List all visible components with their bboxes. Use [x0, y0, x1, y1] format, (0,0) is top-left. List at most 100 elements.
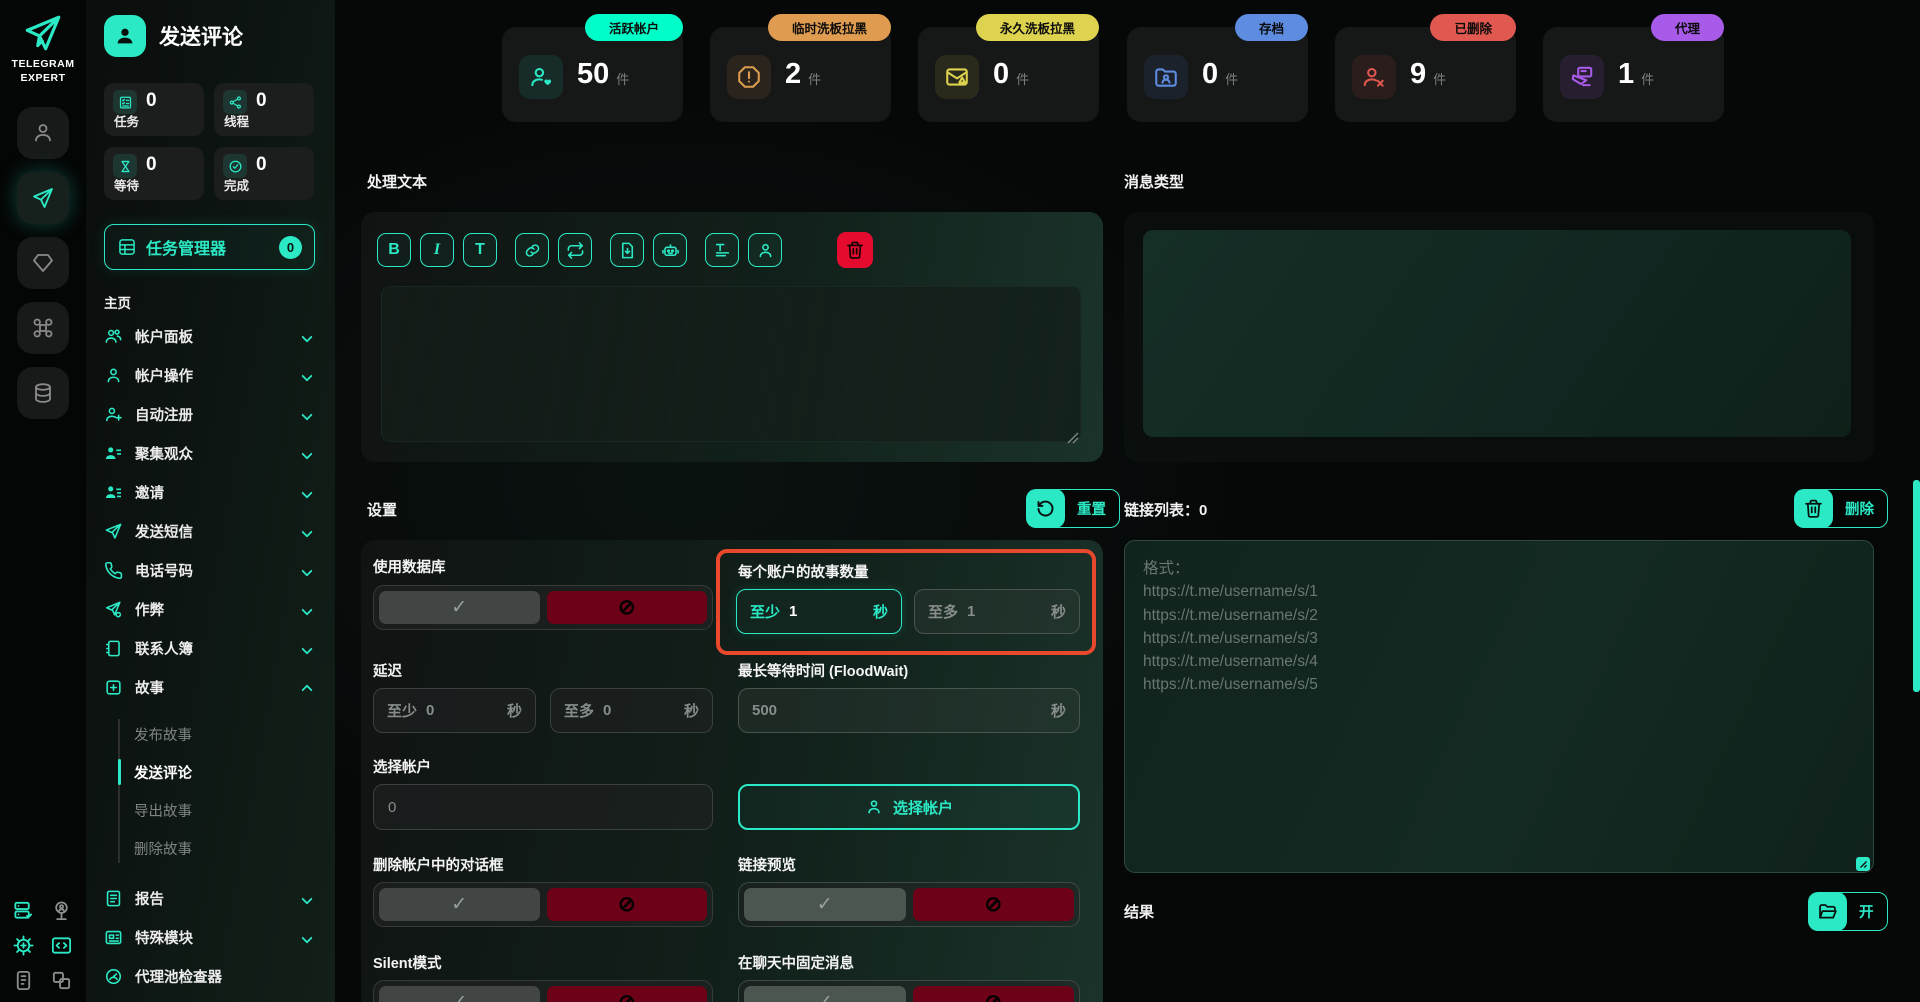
nav-invite[interactable]: 邀请 [104, 473, 317, 512]
toggle-yes-button[interactable]: ✓ [379, 888, 540, 921]
link-list-title: 链接列表：0 [1124, 499, 1207, 520]
commands-rail-button[interactable] [17, 302, 69, 354]
card-unit: 件 [1433, 69, 1446, 88]
user-list-icon [104, 483, 123, 502]
nav-send-sms[interactable]: 发送短信 [104, 512, 317, 551]
nav-account-actions[interactable]: 帐户操作 [104, 356, 317, 395]
text-style-button[interactable] [705, 233, 739, 267]
nav-account-panel[interactable]: 帐户面板 [104, 317, 317, 356]
phone-icon [104, 561, 123, 580]
task-manager-button[interactable]: 任务管理器 0 [104, 224, 315, 270]
page-header: 发送评论 [104, 15, 243, 57]
card-deleted: 已删除 9件 [1335, 27, 1516, 122]
pin-message-toggle[interactable]: ✓ ⊘ [738, 980, 1080, 1002]
accounts-count-input[interactable]: 0 [373, 784, 713, 830]
chevron-down-icon [301, 893, 312, 904]
italic-button[interactable]: I [420, 233, 454, 267]
paper-plane-plus-icon [104, 600, 123, 619]
nav-phone-numbers[interactable]: 电话号码 [104, 551, 317, 590]
chevron-down-icon [301, 526, 312, 537]
delete-links-button[interactable]: 删除 [1794, 489, 1888, 528]
max-delay-input[interactable]: 至多 0 秒 [550, 688, 713, 733]
subnav-publish-story[interactable]: 发布故事 [134, 715, 317, 753]
repeat-button[interactable] [558, 233, 592, 267]
nav-home[interactable]: 主页 [104, 287, 317, 317]
gear-badge-icon[interactable] [12, 934, 35, 957]
nav-menu: 主页 帐户面板 帐户操作 自动注册 聚集观众 邀请 [104, 287, 317, 996]
card-value: 50 [577, 58, 609, 91]
toggle-no-button[interactable]: ⊘ [913, 888, 1075, 921]
clear-text-button[interactable] [837, 232, 873, 268]
floodwait-input[interactable]: 500 秒 [738, 688, 1080, 733]
toggle-yes-button[interactable]: ✓ [379, 986, 540, 1002]
database-rail-button[interactable] [17, 367, 69, 419]
subnav-send-comments[interactable]: 发送评论 [134, 753, 317, 791]
nav-auto-register[interactable]: 自动注册 [104, 395, 317, 434]
nav-special-modules[interactable]: 特殊模块 [104, 918, 317, 957]
telegram-expert-logo-icon [22, 12, 64, 54]
premium-rail-button[interactable] [17, 237, 69, 289]
page-user-icon [104, 15, 146, 57]
min-delay-input[interactable]: 至少 0 秒 [373, 688, 536, 733]
link-preview-toggle[interactable]: ✓ ⊘ [738, 882, 1080, 927]
alert-octagon-icon [727, 55, 771, 99]
reset-button[interactable]: 重置 [1026, 489, 1120, 528]
mention-user-button[interactable] [748, 233, 782, 267]
use-db-toggle[interactable]: ✓ ⊘ [373, 585, 713, 630]
max-stories-input[interactable]: 至多 1 秒 [914, 589, 1080, 634]
card-unit: 件 [1016, 69, 1029, 88]
toggle-yes-button[interactable]: ✓ [744, 888, 906, 921]
floodwait-label: 最长等待时间 (FloodWait) [738, 660, 908, 681]
subnav-export-stories[interactable]: 导出故事 [134, 791, 317, 829]
nav-contact-book[interactable]: 联系人簿 [104, 629, 317, 668]
link-icon [523, 241, 542, 260]
toggle-no-button[interactable]: ⊘ [547, 888, 708, 921]
layers-icon[interactable] [50, 969, 73, 992]
mail-warning-icon [935, 55, 979, 99]
bold-button[interactable]: B [377, 233, 411, 267]
message-type-dropzone[interactable] [1143, 230, 1851, 437]
nav-gather-audience[interactable]: 聚集观众 [104, 434, 317, 473]
nav-cheat[interactable]: 作弊 [104, 590, 317, 629]
code-window-icon[interactable] [50, 934, 73, 957]
process-text-area[interactable] [381, 286, 1081, 442]
page-scrollbar[interactable] [1913, 480, 1920, 692]
nav-reports[interactable]: 报告 [104, 879, 317, 918]
toggle-no-button[interactable]: ⊘ [547, 986, 708, 1002]
nav-proxy-checker[interactable]: 代理池检查器 [104, 957, 317, 996]
link-button[interactable] [515, 233, 549, 267]
subnav-delete-stories[interactable]: 删除故事 [134, 829, 317, 867]
webcam-user-icon[interactable] [50, 899, 73, 922]
plus-square-icon [104, 678, 123, 697]
card-unit: 件 [1225, 69, 1238, 88]
text-button[interactable]: T [463, 233, 497, 267]
toggle-yes-button[interactable]: ✓ [379, 591, 540, 624]
rail-bottom-icons [12, 899, 74, 992]
file-import-button[interactable] [610, 233, 644, 267]
toggle-no-button[interactable]: ⊘ [547, 591, 708, 624]
silent-mode-toggle[interactable]: ✓ ⊘ [373, 980, 713, 1002]
resize-handle-icon[interactable] [1067, 432, 1079, 444]
open-result-button[interactable]: 开 [1808, 892, 1888, 931]
send-rail-button[interactable] [17, 172, 69, 224]
message-type-panel [1124, 212, 1874, 462]
bot-button[interactable] [653, 233, 687, 267]
phone-notes-icon[interactable] [12, 969, 35, 992]
user-icon [104, 366, 123, 385]
status-badge: 代理 [1651, 14, 1724, 41]
accounts-rail-button[interactable] [17, 107, 69, 159]
nav-stories[interactable]: 故事 [104, 668, 317, 707]
chevron-down-icon [301, 331, 312, 342]
delete-dialogs-toggle[interactable]: ✓ ⊘ [373, 882, 713, 927]
select-accounts-button[interactable]: 选择帐户 [738, 784, 1080, 830]
user-icon [756, 241, 775, 260]
toggle-yes-button[interactable]: ✓ [744, 986, 906, 1002]
card-perm-blocked: 永久洗板拉黑 0件 [918, 27, 1099, 122]
server-check-icon[interactable] [12, 899, 35, 922]
toggle-no-button[interactable]: ⊘ [913, 986, 1075, 1002]
proxy-icon [1560, 55, 1604, 99]
link-list-area[interactable] [1124, 540, 1874, 873]
min-stories-input[interactable]: 至少 1 秒 [736, 589, 902, 634]
resize-handle-icon[interactable] [1856, 857, 1870, 871]
card-proxy: 代理 1件 [1543, 27, 1724, 122]
